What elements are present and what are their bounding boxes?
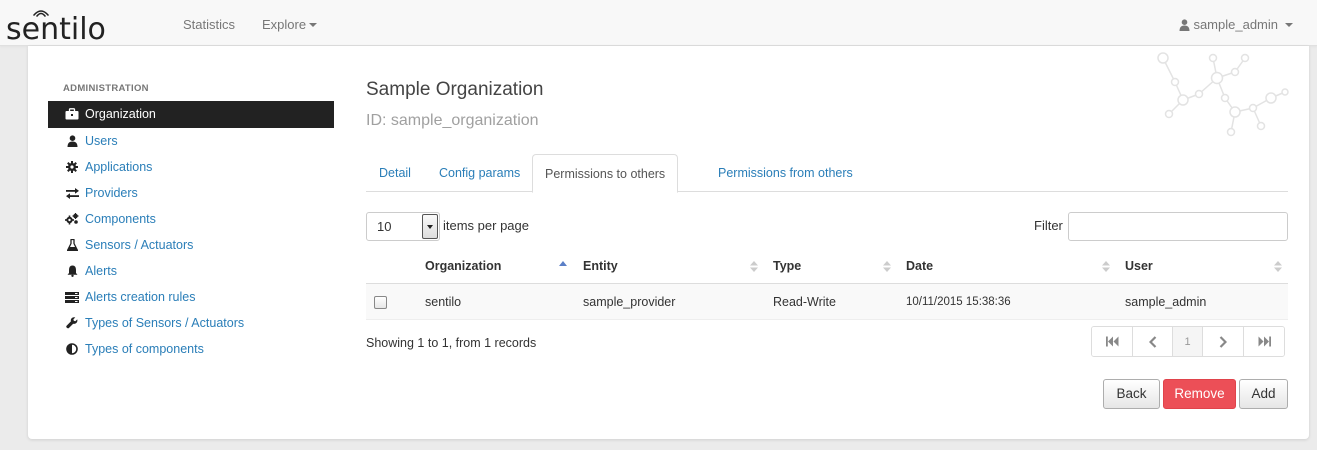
items-per-page-label: items per page <box>443 218 529 233</box>
tab-bar: Detail Config params Permissions to othe… <box>366 154 1288 193</box>
cog-icon <box>65 154 79 180</box>
nav-statistics[interactable]: Statistics <box>183 17 235 32</box>
caret-down-icon <box>309 22 318 27</box>
sidebar-item-types-of-components[interactable]: Types of components <box>48 336 334 362</box>
user-menu[interactable]: sample_admin <box>1179 17 1293 34</box>
flask-icon <box>65 232 79 258</box>
first-page-icon[interactable] <box>1092 327 1133 356</box>
sidebar-item-components[interactable]: Components <box>48 206 334 232</box>
sidebar-item-label: Applications <box>85 160 153 174</box>
column-header-entity[interactable]: Entity <box>583 249 618 284</box>
sidebar-item-label: Components <box>85 212 156 226</box>
tab-detail[interactable]: Detail <box>367 154 423 192</box>
sort-both-icon[interactable] <box>883 260 891 273</box>
nav-explore-label: Explore <box>262 17 307 32</box>
sidebar-item-label: Providers <box>85 186 138 200</box>
sidebar-item-sensors-actuators[interactable]: Sensors / Actuators <box>48 232 334 258</box>
sidebar-menu: Organization Users Applications Provider… <box>48 101 334 362</box>
sort-both-icon[interactable] <box>1274 260 1282 273</box>
wrench-icon <box>65 310 79 336</box>
sidebar-item-types-of-sensors-actuators[interactable]: Types of Sensors / Actuators <box>48 310 334 336</box>
sidebar-item-label: Types of components <box>85 342 204 356</box>
cogs-icon <box>65 206 79 232</box>
cell-date: 10/11/2015 15:38:36 <box>906 296 1011 308</box>
tab-permissions-to-others[interactable]: Permissions to others <box>532 154 679 193</box>
sidebar-item-providers[interactable]: Providers <box>48 180 334 206</box>
top-navbar: sentilo Statistics Explore sample_admin <box>0 0 1317 46</box>
sidebar-item-label: Types of Sensors / Actuators <box>85 316 245 330</box>
items-per-page-value: 10 <box>377 219 392 234</box>
sidebar-item-label: Users <box>85 134 118 148</box>
exchange-icon <box>65 180 79 206</box>
bell-icon <box>65 258 79 284</box>
sidebar-item-label: Sensors / Actuators <box>85 238 194 252</box>
permissions-table: Organization Entity Type Date User senti… <box>366 249 1288 320</box>
table-row[interactable]: sentilo sample_provider Read-Write 10/11… <box>366 284 1288 320</box>
cell-type: Read-Write <box>773 295 836 309</box>
nav-explore[interactable]: Explore <box>262 17 318 32</box>
column-header-date[interactable]: Date <box>906 249 933 284</box>
table-header: Organization Entity Type Date User <box>366 249 1288 284</box>
user-name: sample_admin <box>1193 17 1278 32</box>
cell-organization: sentilo <box>425 295 462 309</box>
sidebar-item-users[interactable]: Users <box>48 128 334 154</box>
last-page-icon[interactable] <box>1244 327 1284 356</box>
column-header-type[interactable]: Type <box>773 249 801 284</box>
tab-permissions-from-others[interactable]: Permissions from others <box>706 154 865 192</box>
user-icon <box>65 128 79 154</box>
items-per-page-select[interactable]: 10 <box>366 212 440 241</box>
page-title: Sample Organization <box>366 79 544 100</box>
tab-config-params[interactable]: Config params <box>427 154 532 192</box>
column-header-user[interactable]: User <box>1125 249 1153 284</box>
sidebar-item-label: Organization <box>85 107 156 121</box>
sidebar-item-label: Alerts <box>85 264 117 278</box>
molecule-decoration-icon <box>1157 52 1289 137</box>
cell-entity: sample_provider <box>583 295 676 309</box>
next-page-icon[interactable] <box>1203 327 1244 356</box>
column-header-organization[interactable]: Organization <box>425 249 501 284</box>
cell-user: sample_admin <box>1125 295 1207 309</box>
sentilo-logo[interactable]: sentilo <box>6 4 142 42</box>
sidebar-item-label: Alerts creation rules <box>85 290 196 304</box>
sidebar-item-alerts-creation-rules[interactable]: Alerts creation rules <box>48 284 334 310</box>
row-checkbox[interactable] <box>374 296 387 309</box>
sort-both-icon[interactable] <box>1102 260 1110 273</box>
remove-button[interactable]: Remove <box>1163 379 1236 409</box>
sidebar-header: ADMINISTRATION <box>63 83 149 94</box>
filter-input[interactable] <box>1068 212 1288 241</box>
organization-id: ID: sample_organization <box>366 112 539 129</box>
previous-page-icon[interactable] <box>1133 327 1173 356</box>
sort-both-icon[interactable] <box>750 260 758 273</box>
user-icon <box>1179 19 1190 34</box>
briefcase-icon <box>65 101 79 127</box>
sidebar-item-alerts[interactable]: Alerts <box>48 258 334 284</box>
caret-down-icon <box>1285 22 1293 27</box>
pagination: 1 <box>1091 326 1285 357</box>
main-card: ADMINISTRATION Organization Users Applic… <box>28 46 1309 439</box>
dropdown-arrow-icon <box>422 214 438 239</box>
server-icon <box>65 284 79 310</box>
filter-label: Filter <box>1034 218 1063 233</box>
back-button[interactable]: Back <box>1103 379 1160 409</box>
contrast-icon <box>65 336 79 362</box>
sidebar-item-applications[interactable]: Applications <box>48 154 334 180</box>
sidebar-item-organization[interactable]: Organization <box>48 101 334 128</box>
svg-text:sentilo: sentilo <box>6 12 106 42</box>
add-button[interactable]: Add <box>1239 379 1288 409</box>
records-summary: Showing 1 to 1, from 1 records <box>366 336 537 350</box>
current-page[interactable]: 1 <box>1173 327 1203 356</box>
sort-asc-icon[interactable] <box>559 260 567 273</box>
